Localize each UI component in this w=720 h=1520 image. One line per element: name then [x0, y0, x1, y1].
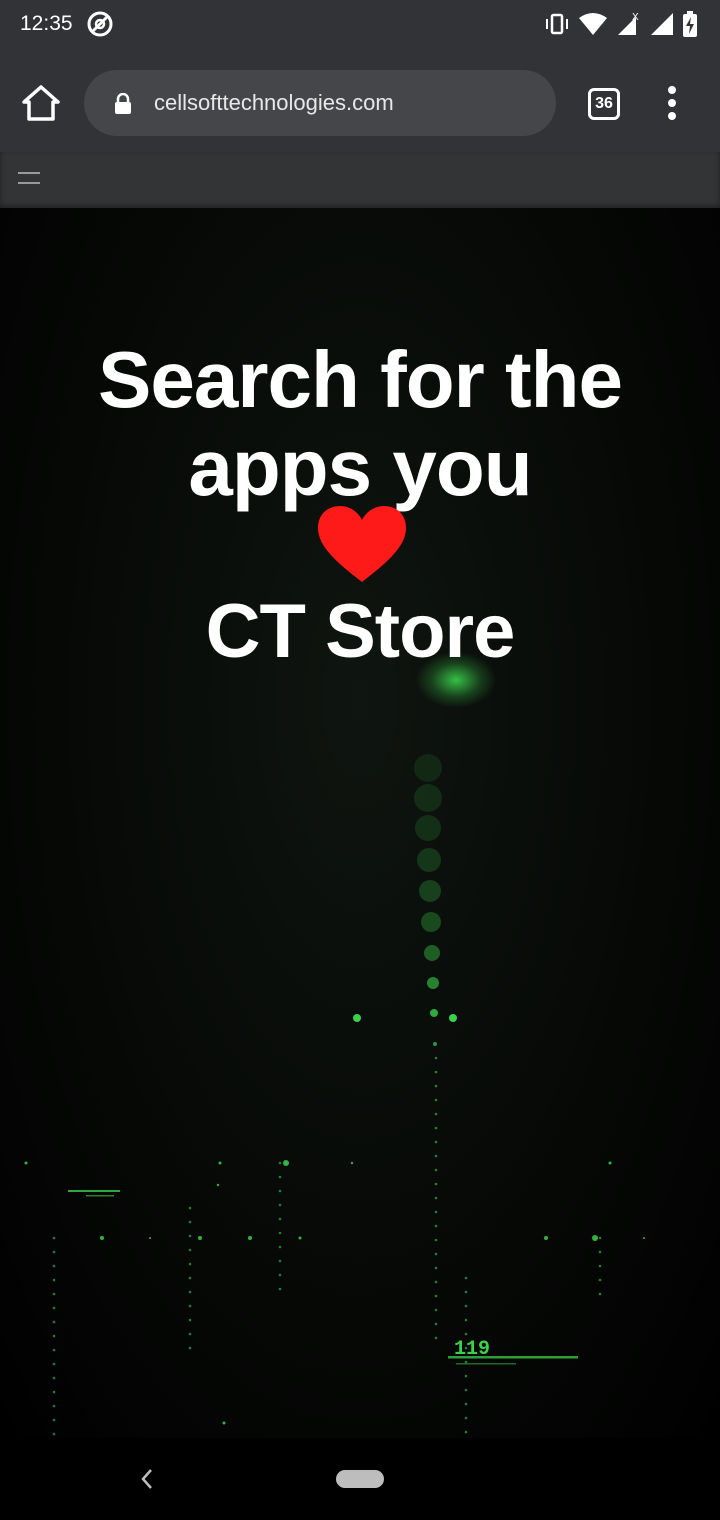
- overflow-menu-icon[interactable]: [662, 86, 682, 122]
- url-text: cellsofttechnologies.com: [154, 90, 394, 115]
- hamburger-menu-icon[interactable]: [18, 172, 40, 188]
- status-icons: X: [544, 10, 698, 38]
- address-bar[interactable]: cellsofttechnologies.com: [84, 70, 556, 136]
- hero-title-line1: Search for the: [98, 335, 623, 424]
- svg-text:X: X: [632, 12, 639, 23]
- tab-switcher-button[interactable]: 36: [588, 88, 620, 120]
- signal-x-icon: X: [618, 12, 639, 35]
- home-gesture-pill[interactable]: [336, 1470, 384, 1488]
- hero-section: 119 Search for the apps you CT Store: [0, 208, 720, 1438]
- browser-toolbar: cellsofttechnologies.com 36: [0, 50, 720, 152]
- lock-icon: [115, 93, 131, 114]
- site-header: [0, 152, 720, 208]
- app-notification-icon: [87, 11, 113, 37]
- back-icon[interactable]: [138, 1466, 156, 1492]
- home-icon[interactable]: [20, 84, 62, 122]
- heart-icon: [318, 506, 406, 582]
- hero-title: Search for the apps you: [0, 336, 720, 512]
- status-bar: 12:35 X: [0, 0, 720, 50]
- hero-title-line2: apps you: [188, 423, 532, 512]
- matrix-readout: 119: [454, 1338, 490, 1361]
- vibrate-icon: [546, 13, 568, 35]
- signal-icon: [651, 13, 673, 35]
- status-time: 12:35: [20, 12, 73, 35]
- wifi-icon: [579, 13, 607, 35]
- hero-subtitle: CT Store: [205, 589, 516, 674]
- battery-charging-icon: [683, 11, 697, 37]
